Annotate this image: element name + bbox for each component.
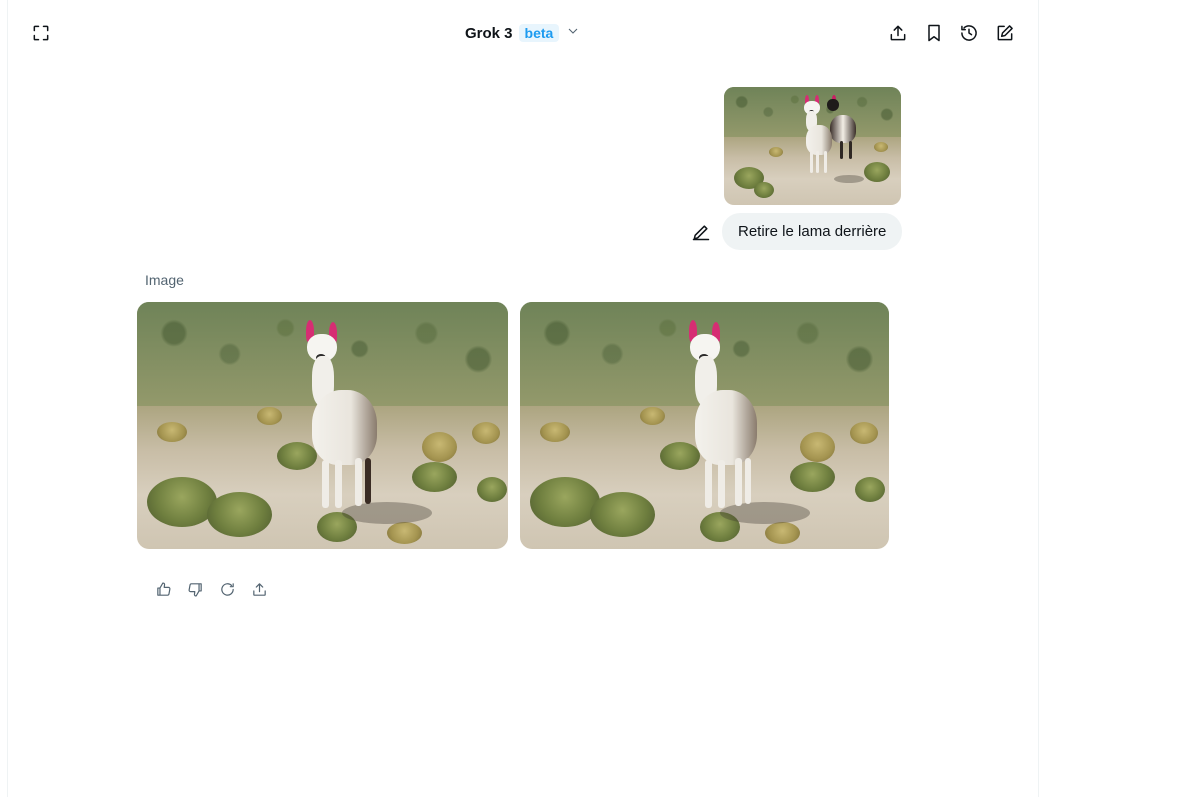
history-icon[interactable]: [956, 20, 982, 46]
regenerate-icon[interactable]: [214, 576, 240, 602]
bookmark-icon[interactable]: [921, 20, 947, 46]
shrub: [207, 492, 272, 537]
shrub: [769, 147, 783, 157]
shrub: [590, 492, 655, 537]
shrub: [257, 407, 282, 425]
shrub: [850, 422, 878, 444]
shrub: [855, 477, 885, 502]
assistant-response-label: Image: [145, 272, 184, 288]
share-icon[interactable]: [246, 576, 272, 602]
share-icon[interactable]: [885, 20, 911, 46]
shrub: [530, 477, 600, 527]
beta-badge: beta: [518, 24, 560, 42]
user-uploaded-image[interactable]: [724, 87, 901, 205]
shrub: [640, 407, 665, 425]
generated-image-1[interactable]: [137, 302, 508, 549]
shadow: [834, 175, 864, 183]
shrub: [472, 422, 500, 444]
edit-pencil-icon[interactable]: [688, 219, 714, 245]
shrub: [147, 477, 217, 527]
thumbs-up-icon[interactable]: [150, 576, 176, 602]
right-divider: [1038, 0, 1039, 797]
shrub: [864, 162, 890, 182]
model-name: Grok 3: [465, 24, 513, 42]
shrub: [790, 462, 835, 492]
shrub: [387, 522, 422, 544]
shrub: [800, 432, 835, 462]
model-selector[interactable]: Grok 3 beta: [465, 18, 581, 48]
user-message-text: Retire le lama derrière: [738, 223, 887, 240]
response-actions: [150, 576, 272, 602]
shrub: [422, 432, 457, 462]
grok-chat-window: Grok 3 beta Retire le lama derrière Imag…: [0, 0, 1200, 797]
compose-icon[interactable]: [992, 20, 1018, 46]
shrub: [754, 182, 774, 198]
shrub: [540, 422, 570, 442]
chevron-down-icon: [565, 23, 581, 44]
shrub: [477, 477, 507, 502]
shrub: [874, 142, 888, 152]
expand-icon[interactable]: [28, 20, 54, 46]
shrub: [157, 422, 187, 442]
shadow: [720, 502, 810, 524]
shrub: [660, 442, 700, 470]
shrub: [765, 522, 800, 544]
shrub: [277, 442, 317, 470]
left-divider: [7, 0, 8, 797]
shrub: [412, 462, 457, 492]
user-message-bubble: Retire le lama derrière: [722, 213, 903, 250]
generated-image-2[interactable]: [520, 302, 889, 549]
thumbs-down-icon[interactable]: [182, 576, 208, 602]
